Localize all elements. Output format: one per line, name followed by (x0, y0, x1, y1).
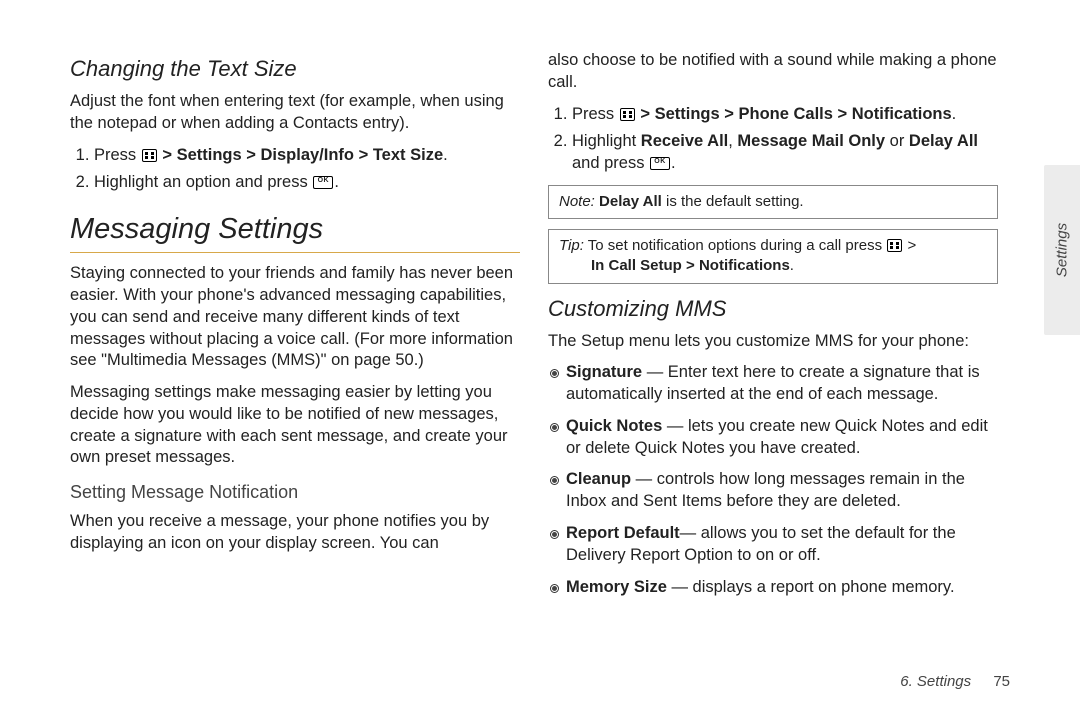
path-settings: Settings (655, 105, 720, 123)
gt-sep: > (682, 257, 699, 274)
page-footer: 6. Settings 75 (900, 673, 1010, 690)
footer-page-number: 75 (993, 673, 1010, 690)
tip-in-call-setup: In Call Setup (591, 257, 682, 274)
para-setup-menu: The Setup menu lets you customize MMS fo… (548, 331, 998, 353)
text-highlight: Highlight (572, 132, 641, 150)
heading-rule (70, 252, 520, 253)
path-display-info: Display/Info (260, 146, 354, 164)
note-text: is the default setting. (662, 193, 804, 210)
bullet-signature: Signature — Enter text here to create a … (548, 362, 998, 406)
bullet-quick-notes: Quick Notes — lets you create new Quick … (548, 416, 998, 460)
note-delay-all: Delay All (599, 193, 662, 210)
period: . (790, 257, 794, 274)
ok-key-icon (313, 176, 333, 189)
side-tab: Settings (1044, 165, 1080, 335)
right-column: also choose to be notified with a sound … (548, 50, 998, 608)
steps-text-size: Press > Settings > Display/Info > Text S… (70, 145, 520, 195)
path-notifications: Notifications (852, 105, 952, 123)
bullet-report-default: Report Default— allows you to set the de… (548, 523, 998, 567)
gt-sep: > (158, 146, 177, 164)
menu-key-icon (620, 108, 635, 121)
bullet-desc: — displays a report on phone memory. (667, 578, 955, 596)
text-and-press: and press (572, 154, 649, 172)
period: . (952, 105, 957, 123)
text-press: Press (572, 105, 619, 123)
opt-message-mail-only: Message Mail Only (737, 132, 885, 150)
note-box: Note: Delay All is the default setting. (548, 185, 998, 219)
text-or: or (885, 132, 909, 150)
para-adjust-font: Adjust the font when entering text (for … (70, 91, 520, 135)
gt-sep: > (242, 146, 261, 164)
left-column: Changing the Text Size Adjust the font w… (70, 50, 520, 608)
step-1-notification: Press > Settings > Phone Calls > Notific… (572, 104, 998, 126)
heading-changing-text-size: Changing the Text Size (70, 54, 520, 83)
bullet-title: Report Default (566, 524, 680, 542)
step-2-text-size: Highlight an option and press . (94, 172, 520, 194)
gt-sep: > (354, 146, 373, 164)
opt-delay-all: Delay All (909, 132, 978, 150)
mms-bullet-list: Signature — Enter text here to create a … (548, 362, 998, 598)
bullet-title: Memory Size (566, 578, 667, 596)
steps-notification: Press > Settings > Phone Calls > Notific… (548, 104, 998, 175)
opt-receive-all: Receive All (641, 132, 728, 150)
footer-section: 6. Settings (900, 673, 971, 690)
tip-indent-line: In Call Setup > Notifications. (559, 256, 987, 276)
para-messaging-settings: Messaging settings make messaging easier… (70, 382, 520, 469)
para-also-choose: also choose to be notified with a sound … (548, 50, 998, 94)
bullet-memory-size: Memory Size — displays a report on phone… (548, 577, 998, 599)
bullet-title: Signature (566, 363, 642, 381)
para-staying-connected: Staying connected to your friends and fa… (70, 263, 520, 372)
tip-label: Tip: (559, 237, 584, 254)
tip-notifications: Notifications (699, 257, 790, 274)
bullet-title: Cleanup (566, 470, 631, 488)
gt-sep: > (833, 105, 852, 123)
heading-customizing-mms: Customizing MMS (548, 294, 998, 323)
period: . (443, 146, 448, 164)
gt-sep: > (720, 105, 739, 123)
side-tab-label: Settings (1054, 223, 1071, 277)
note-label: Note: (559, 193, 595, 210)
text-press: Press (94, 146, 141, 164)
menu-key-icon (887, 239, 902, 252)
tip-box: Tip: To set notification options during … (548, 229, 998, 284)
bullet-title: Quick Notes (566, 417, 662, 435)
path-settings: Settings (177, 146, 242, 164)
tip-pre: To set notification options during a cal… (584, 237, 886, 254)
para-when-receive: When you receive a message, your phone n… (70, 511, 520, 555)
gt-sep: > (636, 105, 655, 123)
period: . (334, 173, 339, 191)
heading-messaging-settings: Messaging Settings (70, 210, 520, 248)
bullet-cleanup: Cleanup — controls how long messages rem… (548, 469, 998, 513)
period: . (671, 154, 676, 172)
text-highlight: Highlight an option and press (94, 173, 312, 191)
path-phone-calls: Phone Calls (738, 105, 832, 123)
subheading-setting-notification: Setting Message Notification (70, 481, 520, 505)
path-text-size: Text Size (373, 146, 443, 164)
ok-key-icon (650, 157, 670, 170)
step-2-notification: Highlight Receive All, Message Mail Only… (572, 131, 998, 175)
gt-sep: > (903, 237, 916, 254)
menu-key-icon (142, 149, 157, 162)
step-1-text-size: Press > Settings > Display/Info > Text S… (94, 145, 520, 167)
manual-page: Changing the Text Size Adjust the font w… (0, 0, 1080, 628)
